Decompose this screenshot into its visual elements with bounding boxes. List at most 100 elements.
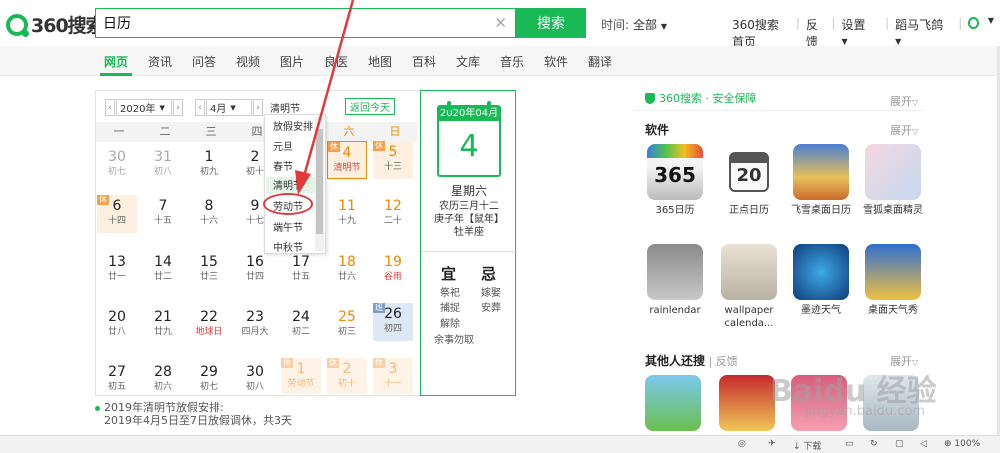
others-feedback-link[interactable]: 反馈 xyxy=(716,355,738,368)
day-cell[interactable]: 29 初七 xyxy=(189,361,229,399)
day-cell[interactable]: 25 初三 xyxy=(327,306,367,344)
day-cell[interactable]: 23 四月大 xyxy=(235,306,275,344)
link-feedback[interactable]: 反馈 xyxy=(806,16,826,50)
day-cell[interactable]: 休 1 劳动节 xyxy=(281,358,321,394)
day-cell[interactable]: 30 初七 xyxy=(97,146,137,184)
tab-qa[interactable]: 问答 xyxy=(192,53,216,70)
day-cell[interactable]: 休 6 十四 xyxy=(97,195,137,233)
tab-video[interactable]: 视频 xyxy=(236,53,260,70)
app-wallpaper-calendar[interactable]: wallpaper calenda... xyxy=(719,244,779,330)
yi-item: 余事勿取 xyxy=(434,335,474,346)
lunar-label: 廿四 xyxy=(245,272,264,282)
day-number: 19 xyxy=(384,254,402,270)
tab-map[interactable]: 地图 xyxy=(368,53,392,70)
month-select[interactable]: 4月 ▼ xyxy=(206,99,252,116)
app-moji-weather[interactable]: 墨迹天气 xyxy=(791,244,851,317)
tab-web[interactable]: 网页 xyxy=(104,53,128,70)
day-cell[interactable]: 7 十五 xyxy=(143,195,183,233)
day-cell[interactable]: 17 廿五 xyxy=(281,251,321,289)
app-rainlendar[interactable]: rainlendar xyxy=(645,244,705,317)
calendar-20-icon: 20 xyxy=(721,144,777,200)
user-name: 蹈马飞鸽 xyxy=(895,18,944,32)
app-feixue-calendar[interactable]: 飞雪桌面日历 xyxy=(791,144,851,217)
day-cell[interactable]: 24 初二 xyxy=(281,306,321,344)
lunar-label: 廿九 xyxy=(153,327,172,337)
tab-news[interactable]: 资讯 xyxy=(148,53,172,70)
day-number: 11 xyxy=(338,198,356,214)
day-cell[interactable]: 11 十九 xyxy=(327,195,367,233)
day-cell[interactable]: 12 二十 xyxy=(373,195,413,233)
lunar-label: 初二 xyxy=(291,327,310,337)
link-home[interactable]: 360搜索首页 xyxy=(732,16,790,50)
category-tabs: 网页 资讯 问答 视频 图片 良医 地图 百科 文库 音乐 软件 翻译 xyxy=(0,46,998,76)
day-cell[interactable]: 1 初九 xyxy=(189,146,229,184)
app-xuehu[interactable]: 雪狐桌面精灵 xyxy=(863,144,923,217)
day-number: 17 xyxy=(292,254,310,270)
rest-badge: 休 xyxy=(373,141,385,151)
lunar-label: 初四 xyxy=(383,324,402,334)
related-thumb[interactable] xyxy=(719,375,775,431)
screen-icon[interactable]: ▢ xyxy=(895,439,904,449)
tab-software[interactable]: 软件 xyxy=(544,53,568,70)
tab-wenku[interactable]: 文库 xyxy=(456,53,480,70)
pin-icon[interactable]: ✈ xyxy=(768,439,776,449)
app-zhengdian-calendar[interactable]: 20 正点日历 xyxy=(719,144,779,217)
link-user[interactable]: 蹈马飞鸽 ▼ xyxy=(895,16,952,50)
day-cell[interactable]: 27 初五 xyxy=(97,361,137,399)
tab-music[interactable]: 音乐 xyxy=(500,53,524,70)
day-cell[interactable]: 休 3 十一 xyxy=(373,358,413,394)
baidu-watermark-url: jingyan.baidu.com xyxy=(805,404,925,419)
day-cell[interactable]: 16 廿四 xyxy=(235,251,275,289)
search-button[interactable]: 搜索 xyxy=(516,8,586,38)
divider xyxy=(634,110,924,111)
link-settings[interactable]: 设置 ▼ xyxy=(842,16,880,50)
day-cell[interactable]: 班 26 初四 xyxy=(373,303,413,341)
day-cell[interactable]: 28 初六 xyxy=(143,361,183,399)
expand-link[interactable]: 展开▽ xyxy=(890,93,918,109)
next-year-button[interactable]: › xyxy=(173,99,183,116)
tab-baike[interactable]: 百科 xyxy=(412,53,436,70)
time-filter-select[interactable]: 全部 ▼ xyxy=(633,16,667,33)
others-searched-title: 其他人还搜 | 反馈 xyxy=(645,354,738,368)
rest-badge: 休 xyxy=(327,358,339,368)
download-button[interactable]: ↓ 下载 xyxy=(793,439,821,452)
day-cell[interactable]: 19 谷雨 xyxy=(373,251,413,289)
app-desktop-weather[interactable]: 桌面天气秀 xyxy=(863,244,923,317)
user-avatar-icon[interactable] xyxy=(968,17,979,29)
app-365-calendar[interactable]: 365 365日历 xyxy=(645,144,705,217)
day-cell[interactable]: 休 2 初十 xyxy=(327,358,367,394)
expand-link[interactable]: 展开▽ xyxy=(890,122,918,138)
prev-year-button[interactable]: ‹ xyxy=(105,99,115,116)
day-cell[interactable]: 20 廿八 xyxy=(97,306,137,344)
day-cell[interactable]: 8 十六 xyxy=(189,195,229,233)
chevron-down-icon[interactable]: ▼ xyxy=(988,16,994,50)
safety-badge[interactable]: 360搜索 · 安全保障 xyxy=(645,90,757,106)
day-cell[interactable]: 31 初八 xyxy=(143,146,183,184)
clear-icon[interactable]: ✕ xyxy=(494,14,507,32)
day-cell[interactable]: 13 廿一 xyxy=(97,251,137,289)
mute-icon[interactable]: ◁ xyxy=(920,439,927,449)
day-cell[interactable]: 22 地球日 xyxy=(189,306,229,344)
day-cell[interactable]: 21 廿九 xyxy=(143,306,183,344)
day-cell[interactable]: 14 廿二 xyxy=(143,251,183,289)
prev-month-button[interactable]: ‹ xyxy=(195,99,205,116)
device-icon[interactable]: ▭ xyxy=(845,439,854,449)
day-cell[interactable]: 休 5 十三 xyxy=(373,141,413,179)
dropdown-option[interactable]: 端午节 xyxy=(273,219,303,234)
app-name: 桌面天气秀 xyxy=(868,305,918,316)
day-cell[interactable]: 18 廿六 xyxy=(327,251,367,289)
related-thumb[interactable] xyxy=(645,375,701,431)
day-cell[interactable]: 30 初八 xyxy=(235,361,275,399)
day-cell[interactable]: 15 廿三 xyxy=(189,251,229,289)
zoom-button[interactable]: ⊕ 100% xyxy=(944,439,980,449)
logo[interactable]: 360搜索 xyxy=(6,11,105,38)
speed-icon[interactable]: ◎ xyxy=(738,439,746,449)
tab-translate[interactable]: 翻译 xyxy=(588,53,612,70)
year-select[interactable]: 2020年 ▼ xyxy=(116,99,172,116)
download-icon: ↓ xyxy=(793,442,801,452)
lunar-label: 初八 xyxy=(153,167,172,177)
refresh-icon[interactable]: ↻ xyxy=(870,439,878,449)
dropdown-option[interactable]: 中秋节 xyxy=(273,239,303,254)
next-month-button[interactable]: › xyxy=(253,99,263,116)
app-name: 正点日历 xyxy=(729,205,769,216)
